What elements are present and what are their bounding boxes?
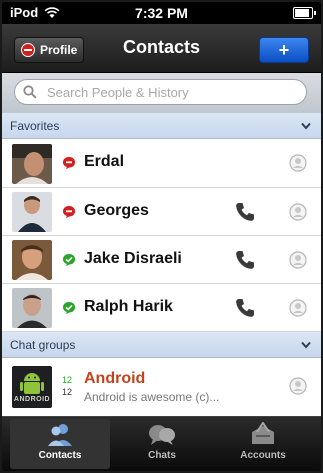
group-count-top: 12 — [62, 375, 73, 385]
phone-icon[interactable] — [234, 201, 256, 223]
accounts-icon — [252, 422, 274, 444]
tab-contacts-label: Contacts — [38, 450, 82, 461]
contact-info-icon[interactable] — [289, 154, 307, 172]
tab-accounts[interactable]: Accounts — [213, 419, 313, 469]
contact-name: Ralph Harik — [84, 298, 173, 315]
chats-icon — [149, 425, 175, 445]
status-bar: iPod 7:32 PM — [2, 2, 321, 24]
search-icon — [23, 85, 37, 99]
contact-row[interactable]: Georges — [2, 188, 321, 236]
contact-row[interactable]: Ralph Harik — [2, 284, 321, 332]
chat-groups-section-header[interactable]: Chat groups — [2, 332, 321, 358]
group-name: Android — [84, 370, 146, 387]
tab-accounts-label: Accounts — [240, 450, 286, 461]
group-avatar-text: ANDROID — [13, 396, 51, 403]
group-counts: 12 12 — [62, 374, 72, 398]
avatar — [12, 288, 52, 328]
contacts-icon — [48, 424, 72, 446]
favorites-section-title: Favorites — [10, 119, 60, 133]
group-info-icon[interactable] — [289, 377, 307, 395]
online-status-icon — [63, 302, 75, 315]
group-count-bottom: 12 — [62, 387, 73, 397]
tab-chats-label: Chats — [148, 450, 176, 461]
contact-info-icon[interactable] — [289, 299, 307, 317]
contact-name: Erdal — [84, 153, 125, 170]
android-logo-icon — [20, 373, 44, 394]
group-avatar: ANDROID — [12, 366, 52, 408]
contact-row[interactable]: Erdal — [2, 139, 321, 188]
favorites-section-header[interactable]: Favorites — [2, 113, 321, 139]
contact-info-icon[interactable] — [289, 251, 307, 269]
avatar — [12, 192, 52, 232]
nav-bar: Profile Contacts + — [2, 24, 321, 73]
avatar — [12, 240, 52, 280]
busy-status-icon — [63, 157, 75, 170]
busy-status-icon — [63, 206, 75, 219]
contact-info-icon[interactable] — [289, 203, 307, 221]
search-input[interactable] — [45, 83, 289, 101]
phone-icon[interactable] — [234, 297, 256, 319]
chat-groups-section-title: Chat groups — [10, 338, 76, 352]
contact-name: Georges — [84, 202, 149, 219]
search-field[interactable] — [14, 79, 307, 105]
contact-row[interactable]: Jake Disraeli — [2, 236, 321, 284]
chat-group-row[interactable]: ANDROID 12 12 Android Android is awesome… — [2, 358, 321, 416]
phone-icon[interactable] — [234, 249, 256, 271]
chevron-down-icon[interactable] — [301, 341, 311, 349]
search-bar — [2, 73, 321, 114]
chevron-down-icon[interactable] — [301, 122, 311, 130]
group-last-message: Android is awesome (c)... — [84, 390, 220, 404]
avatar — [12, 144, 52, 184]
status-time: 7:32 PM — [135, 5, 188, 21]
tab-contacts[interactable]: Contacts — [10, 419, 110, 469]
contact-name: Jake Disraeli — [84, 250, 182, 267]
tab-chats[interactable]: Chats — [112, 419, 212, 469]
add-contact-button[interactable]: + — [259, 37, 309, 63]
app-frame: iPod 7:32 PM Profile Contacts + Favorite… — [2, 2, 321, 471]
battery-icon — [293, 7, 316, 19]
tab-bar: Contacts Chats Accounts — [2, 416, 321, 471]
online-status-icon — [63, 254, 75, 267]
